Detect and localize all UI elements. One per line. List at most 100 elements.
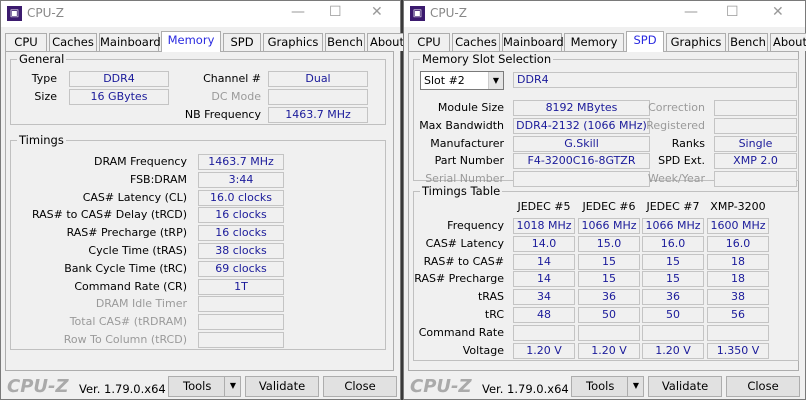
table-cell: 1600 MHz [707, 218, 769, 234]
size-value: 16 GBytes [69, 89, 169, 105]
tab-caches[interactable]: Caches [49, 33, 97, 51]
timing-label: Cycle Time (tRAS) [88, 244, 187, 257]
tab-mainboard[interactable]: Mainboard [99, 33, 161, 51]
timing-label: RAS# Precharge (tRP) [66, 226, 187, 240]
table-cell: 1.350 V [707, 342, 769, 359]
dc-mode-value [268, 89, 368, 105]
tab-bench[interactable]: Bench [728, 33, 768, 51]
table-row-label: Command Rate [418, 325, 504, 339]
column-header: JEDEC #5 [517, 200, 571, 213]
spd-value: XMP 2.0 [714, 153, 797, 170]
table-cell: 1066 MHz [642, 218, 704, 234]
timing-label: DRAM Idle Timer [95, 297, 187, 311]
spd-value: G.Skill [513, 135, 650, 152]
table-row-label: tRC [484, 308, 504, 321]
timing-label: Row To Column (tRCD) [63, 333, 187, 346]
table-cell [707, 324, 769, 341]
tools-dropdown-icon[interactable]: ▼ [627, 376, 644, 397]
spd-value: 8192 MBytes [513, 100, 650, 116]
table-cell: 15 [642, 253, 704, 270]
timing-label: DRAM Frequency [93, 155, 187, 168]
timing-value: 16.0 clocks [198, 189, 284, 206]
tab-mainboard[interactable]: Mainboard [502, 33, 564, 51]
table-row-label: Frequency [447, 219, 504, 232]
maximize-icon[interactable]: ☐ [329, 4, 342, 20]
timing-value: 16 clocks [198, 207, 284, 224]
channel-value: Dual [268, 71, 368, 87]
spd-label: Correction [648, 101, 705, 114]
maximize-icon[interactable]: ☐ [726, 4, 739, 20]
tab-memory[interactable]: Memory [564, 33, 624, 51]
timings-table-group: Timings Table JEDEC #5 JEDEC #6 JEDEC #7 XM… [413, 184, 799, 361]
spd-value: F4-3200C16-8GTZR [513, 153, 650, 170]
chevron-down-icon: ▼ [488, 72, 503, 89]
cpuz-app-icon: ▣ [7, 6, 22, 21]
memory-slot-selection-group: Memory Slot Selection Slot #2 ▼ DDR4 Modu… [413, 52, 799, 188]
footer: CPU-Z Ver. 1.79.0.x64 Tools ▼ Validate Close [1, 374, 400, 400]
table-cell: 38 [707, 289, 769, 306]
timing-value: 38 clocks [198, 243, 284, 259]
column-header: XMP-3200 [710, 200, 766, 213]
table-cell: 1066 MHz [578, 218, 640, 234]
timings-table-label: Timings Table [420, 184, 503, 198]
table-row-label: tRAS [477, 290, 504, 304]
timing-value: 16 clocks [198, 225, 284, 242]
close-icon[interactable]: ✕ [371, 4, 383, 20]
timing-label: Bank Cycle Time (tRC) [64, 261, 187, 275]
table-row-label: RAS# Precharge [414, 272, 504, 286]
general-group: General Type DDR4 Size 16 GBytes Channel… [10, 52, 386, 125]
column-header: JEDEC #7 [646, 200, 700, 213]
table-row-label: RAS# to CAS# [423, 254, 504, 268]
minimize-icon[interactable]: — [684, 4, 698, 20]
timing-label: Command Rate (CR) [74, 279, 187, 293]
memory-panel: General Type DDR4 Size 16 GBytes Channel… [5, 51, 394, 371]
table-cell: 50 [642, 307, 704, 323]
close-icon[interactable]: ✕ [772, 4, 784, 20]
window-title: CPU-Z [430, 6, 467, 20]
slot-select[interactable]: Slot #2 ▼ [420, 71, 504, 90]
cpuz-window-spd: ▣ CPU-Z — ☐ ✕ CPU Caches Mainboard Memory SP… [403, 0, 806, 400]
general-group-label: General [17, 52, 67, 66]
table-cell: 14 [513, 271, 575, 288]
tools-dropdown-icon[interactable]: ▼ [224, 376, 241, 397]
tab-caches[interactable]: Caches [452, 33, 500, 51]
spd-value [714, 117, 797, 134]
minimize-icon[interactable]: — [291, 4, 305, 20]
tab-cpu[interactable]: CPU [408, 33, 450, 51]
spd-value: Single [714, 135, 797, 152]
version-label: Ver. 1.79.0.x64 [482, 382, 569, 396]
title-bar: ▣ CPU-Z — ☐ ✕ [404, 1, 805, 27]
spd-label: Ranks [671, 136, 705, 150]
validate-button[interactable]: Validate [648, 376, 722, 397]
timing-label: RAS# to CAS# Delay (tRCD) [31, 208, 187, 222]
version-label: Ver. 1.79.0.x64 [79, 382, 166, 396]
table-cell: 18 [707, 253, 769, 270]
table-cell [513, 324, 575, 341]
tab-about[interactable]: About [367, 33, 407, 51]
timing-label: CAS# Latency (CL) [82, 190, 187, 204]
table-cell: 36 [642, 289, 704, 306]
close-button[interactable]: Close [323, 376, 397, 397]
table-cell: 1.20 V [642, 342, 704, 359]
tab-graphics[interactable]: Graphics [666, 33, 726, 51]
tab-graphics[interactable]: Graphics [263, 33, 323, 51]
cpuz-app-icon: ▣ [410, 6, 425, 21]
tab-cpu[interactable]: CPU [5, 33, 47, 51]
table-cell: 15 [578, 271, 640, 288]
validate-button[interactable]: Validate [245, 376, 319, 397]
tab-about[interactable]: About [770, 33, 806, 51]
cpuz-window-memory: ▣ CPU-Z — ☐ ✕ CPU Caches Mainboard Memory SP… [0, 0, 407, 400]
tab-spd[interactable]: SPD [626, 31, 664, 52]
tab-memory[interactable]: Memory [161, 31, 221, 52]
table-cell: 50 [578, 307, 640, 323]
spd-value [714, 171, 797, 188]
type-value: DDR4 [69, 71, 169, 87]
tab-spd[interactable]: SPD [223, 33, 261, 51]
timing-value: 69 clocks [198, 260, 284, 277]
spd-label: Week/Year [647, 172, 705, 186]
spd-label: SPD Ext. [658, 154, 705, 168]
timings-group-label: Timings [17, 133, 66, 147]
close-button[interactable]: Close [726, 376, 800, 397]
nb-frequency-label: NB Frequency [184, 108, 261, 121]
tab-bench[interactable]: Bench [325, 33, 365, 51]
